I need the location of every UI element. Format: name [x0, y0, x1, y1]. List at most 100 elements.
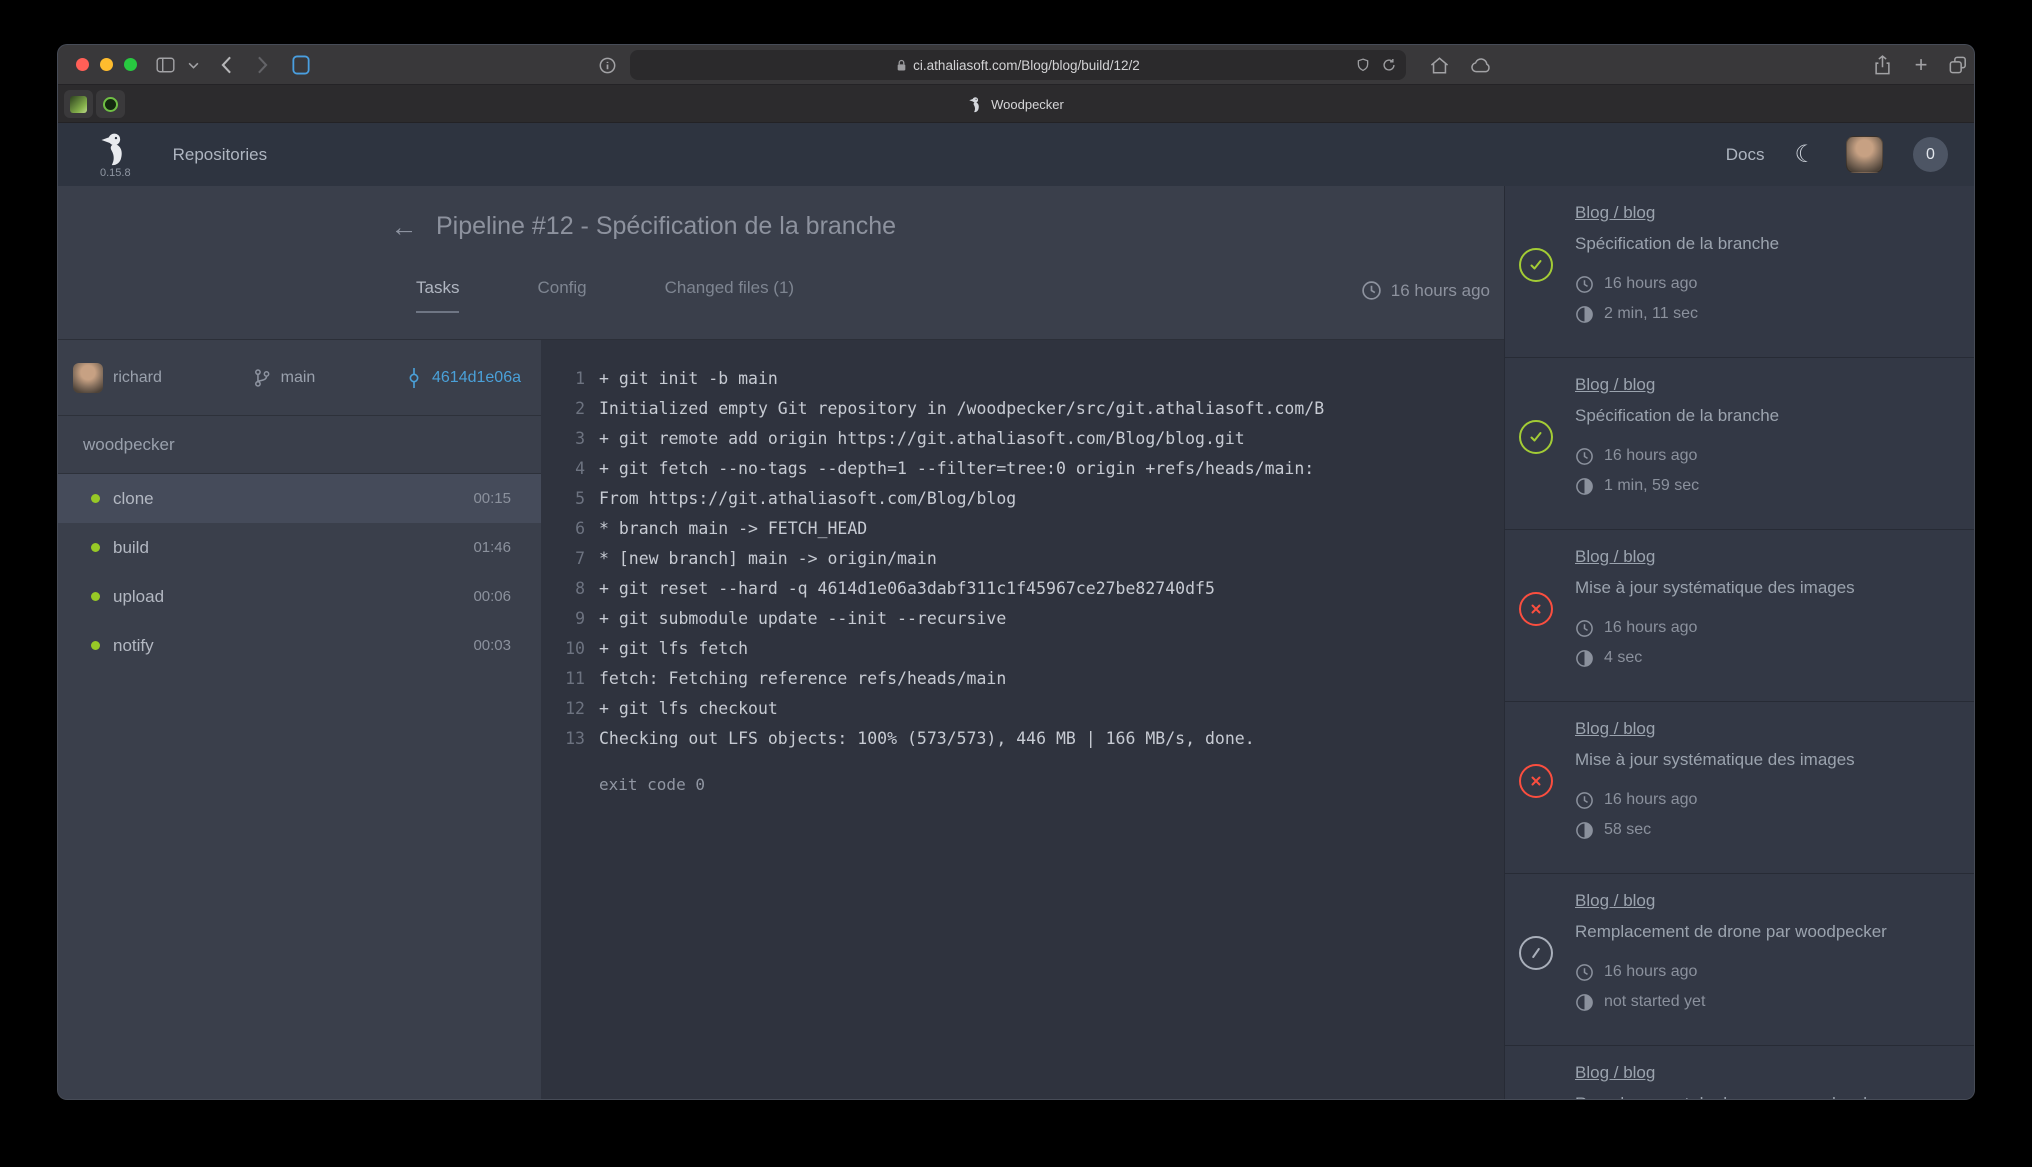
step-row-notify[interactable]: notify 00:03: [58, 621, 541, 670]
log-line: + git init -b main: [541, 364, 1504, 394]
pinned-tab-1-favicon: [70, 96, 87, 113]
repo-link[interactable]: Blog / blog: [1575, 202, 1655, 224]
step-group-label: woodpecker: [58, 416, 541, 474]
user-avatar[interactable]: [1846, 136, 1883, 173]
pipeline-content: ← Pipeline #12 - Spécification de la bra…: [58, 186, 1504, 1099]
pinned-page-icon[interactable]: [288, 45, 314, 85]
step-status-dot: [91, 592, 100, 601]
step-name: upload: [113, 587, 473, 607]
pinned-tab-2-favicon: [103, 97, 118, 112]
tab-overview-icon[interactable]: [1944, 45, 1972, 85]
back-button[interactable]: ←: [387, 210, 421, 244]
step-status-dot: [91, 494, 100, 503]
status-failure-icon: [1519, 764, 1553, 798]
log-line: + git remote add origin https://git.atha…: [541, 424, 1504, 454]
dark-mode-toggle-icon[interactable]: ☾: [1794, 143, 1816, 167]
build-time: 16 hours ago: [1575, 269, 1956, 299]
forward-icon[interactable]: [250, 45, 274, 85]
log-line: Initialized empty Git repository in /woo…: [541, 394, 1504, 424]
cloud-tabs-icon[interactable]: [1466, 45, 1496, 85]
build-card[interactable]: Blog / blog Spécification de la branche …: [1505, 358, 1975, 530]
author-name: richard: [113, 369, 162, 387]
new-tab-icon[interactable]: +: [1907, 45, 1935, 85]
status-failure-icon: [1519, 592, 1553, 626]
clock-icon: [1575, 275, 1594, 294]
tab-tasks[interactable]: Tasks: [416, 278, 459, 313]
address-bar[interactable]: ci.athaliasoft.com/Blog/blog/build/12/2: [630, 50, 1406, 80]
log-line: + git lfs fetch: [541, 634, 1504, 664]
step-row-upload[interactable]: upload 00:06: [58, 572, 541, 621]
repo-link[interactable]: Blog / blog: [1575, 718, 1655, 740]
build-card[interactable]: Blog / blog Mise à jour systématique des…: [1505, 702, 1975, 874]
build-message: Remplacement de drone par woodpecker: [1575, 921, 1956, 943]
build-card[interactable]: Blog / blog Spécification de la branche …: [1505, 186, 1975, 358]
step-name: clone: [113, 489, 473, 509]
log-line: + git submodule update --init --recursiv…: [541, 604, 1504, 634]
log-line: Checking out LFS objects: 100% (573/573)…: [541, 724, 1504, 754]
build-time: 16 hours ago: [1575, 957, 1956, 987]
build-time: 16 hours ago: [1575, 613, 1956, 643]
build-message: Remplacement de drone par woodpecker: [1575, 1093, 1956, 1099]
traffic-lights: [76, 58, 137, 71]
duration-icon: [1575, 993, 1594, 1012]
step-duration: 00:06: [473, 588, 511, 605]
build-card[interactable]: Blog / blog Mise à jour systématique des…: [1505, 530, 1975, 702]
clock-icon: [1575, 619, 1594, 638]
page-settings-icon[interactable]: [594, 45, 620, 85]
back-icon[interactable]: [214, 45, 238, 85]
home-icon[interactable]: [1426, 45, 1452, 85]
step-status-dot: [91, 641, 100, 650]
reload-icon[interactable]: [1382, 58, 1396, 72]
builds-sidebar: Blog / blog Spécification de la branche …: [1504, 186, 1975, 1099]
step-duration: 01:46: [473, 539, 511, 556]
repo-link[interactable]: Blog / blog: [1575, 890, 1655, 912]
woodpecker-logo[interactable]: 0.15.8: [100, 131, 131, 179]
log-line: From https://git.athaliasoft.com/Blog/bl…: [541, 484, 1504, 514]
woodpecker-favicon: [968, 96, 983, 113]
pipeline-time-text: 16 hours ago: [1391, 281, 1490, 301]
privacy-shield-icon[interactable]: [1356, 58, 1370, 72]
woodpecker-logo-icon: [100, 131, 130, 167]
status-success-icon: [1519, 248, 1553, 282]
repo-link[interactable]: Blog / blog: [1575, 546, 1655, 568]
sidebar-toggle-icon[interactable]: [152, 45, 178, 85]
log-line: + git lfs checkout: [541, 694, 1504, 724]
clock-icon: [1575, 963, 1594, 982]
duration-icon: [1575, 305, 1594, 324]
share-icon[interactable]: [1869, 45, 1895, 85]
repo-link[interactable]: Blog / blog: [1575, 374, 1655, 396]
commit-link[interactable]: 4614d1e06a: [406, 368, 521, 388]
tab-config[interactable]: Config: [537, 278, 586, 313]
pinned-tab-2[interactable]: [96, 90, 125, 118]
active-tab[interactable]: Woodpecker: [968, 85, 1064, 123]
build-time: 16 hours ago: [1575, 785, 1956, 815]
zoom-window-button[interactable]: [124, 58, 137, 71]
build-duration: 58 sec: [1575, 815, 1956, 845]
step-name: build: [113, 538, 473, 558]
pipeline-title: Pipeline #12 - Spécification de la branc…: [436, 210, 896, 242]
minimize-window-button[interactable]: [100, 58, 113, 71]
step-row-build[interactable]: build 01:46: [58, 523, 541, 572]
build-message: Mise à jour systématique des images: [1575, 749, 1956, 771]
build-duration: not started yet: [1575, 987, 1956, 1017]
pinned-tab-1[interactable]: [64, 90, 93, 118]
notification-badge[interactable]: 0: [1913, 137, 1948, 172]
log-line: + git fetch --no-tags --depth=1 --filter…: [541, 454, 1504, 484]
chevron-down-icon[interactable]: [184, 45, 202, 85]
step-name: notify: [113, 636, 473, 656]
log-line: fetch: Fetching reference refs/heads/mai…: [541, 664, 1504, 694]
build-card[interactable]: Blog / blog Remplacement de drone par wo…: [1505, 874, 1975, 1046]
duration-icon: [1575, 477, 1594, 496]
nav-repositories-link[interactable]: Repositories: [173, 145, 268, 165]
tab-changed-files[interactable]: Changed files (1): [665, 278, 794, 313]
build-message: Mise à jour systématique des images: [1575, 577, 1956, 599]
commit-sha: 4614d1e06a: [432, 369, 521, 387]
lock-icon: [896, 59, 907, 72]
build-card[interactable]: Blog / blog Remplacement de drone par wo…: [1505, 1046, 1975, 1099]
close-window-button[interactable]: [76, 58, 89, 71]
step-row-clone[interactable]: clone 00:15: [58, 474, 541, 523]
nav-docs-link[interactable]: Docs: [1726, 145, 1765, 165]
repo-link[interactable]: Blog / blog: [1575, 1062, 1655, 1084]
commit-branch: main: [253, 368, 316, 388]
branch-icon: [253, 368, 271, 388]
